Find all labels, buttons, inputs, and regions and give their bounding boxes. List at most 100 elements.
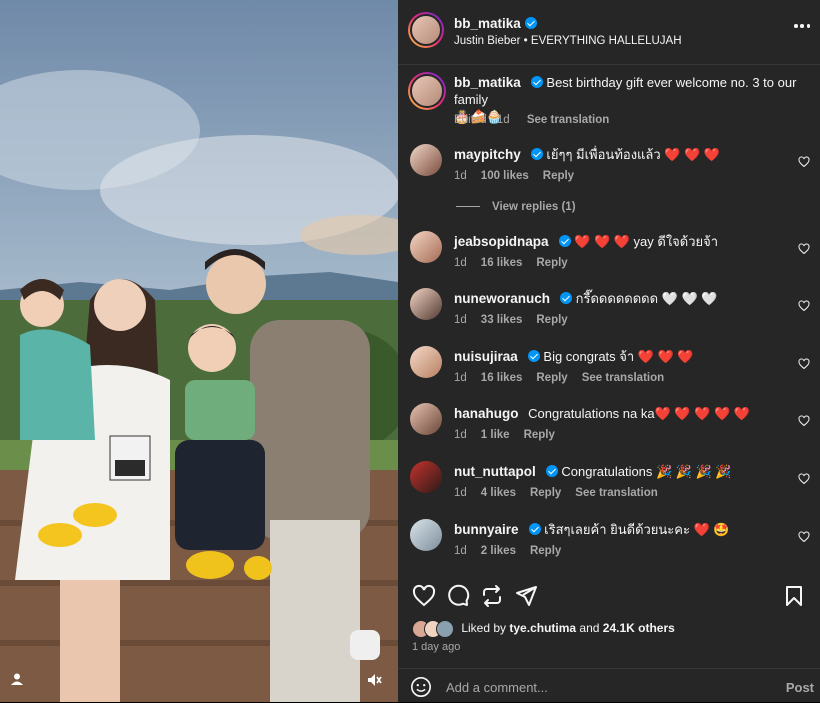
comment-username[interactable]: jeabsopidnapa <box>454 234 549 249</box>
commenter-avatar[interactable] <box>410 144 442 176</box>
comment-text: nut_nuttapol Congratulations 🎉 🎉 🎉 🎉 <box>454 463 774 480</box>
author-username[interactable]: bb_matika <box>454 16 521 31</box>
comment-time: 1d <box>454 170 467 182</box>
commenter-avatar[interactable] <box>410 461 442 493</box>
comment-body: Big congrats จ้า ❤️ ❤️ ❤️ <box>543 349 694 364</box>
verified-badge-icon <box>524 17 537 29</box>
comment-icon[interactable] <box>446 584 470 608</box>
comment-time: 1d <box>454 257 467 269</box>
heart-icon[interactable] <box>798 473 810 485</box>
liked-by-user[interactable]: tye.chutima <box>509 621 576 635</box>
see-translation-link[interactable]: See translation <box>582 372 664 384</box>
verified-badge-icon <box>530 148 543 160</box>
liked-by-label: Liked by <box>461 621 507 636</box>
comment-body: เย้ๆๆ มีเพื่อนท้องแล้ว ❤️ ❤️ ❤️ <box>546 147 721 162</box>
comment-body: ❤️ ❤️ ❤️ yay ดีใจด้วยจ้า <box>574 234 719 249</box>
heart-icon[interactable] <box>798 156 810 168</box>
verified-badge-icon <box>560 292 573 304</box>
liker-avatars[interactable] <box>412 620 458 638</box>
comment-meta: 1d 1 like Reply <box>454 429 555 441</box>
commenter-avatar[interactable] <box>410 519 442 551</box>
comment-meta: 1d 100 likes Reply <box>454 170 574 182</box>
comment-username[interactable]: maypitchy <box>454 147 521 162</box>
comment-likes[interactable]: 4 likes <box>481 487 516 499</box>
likes-summary: Liked by tye.chutima and 24.1K others <box>412 620 675 638</box>
comment-row: hanahugo Congratulations na ka❤️ ❤️ ❤️ ❤… <box>410 403 810 451</box>
comment-meta: 1d 33 likes Reply <box>454 314 568 326</box>
comment-time: 1d <box>454 372 467 384</box>
comment-username[interactable]: bunnyaire <box>454 522 519 537</box>
post-timestamp[interactable]: 1 day ago <box>412 641 460 653</box>
see-translation-link[interactable]: See translation <box>527 114 609 126</box>
comment-body: กรี๊ดดดดดดดด 🤍 🤍 🤍 <box>575 291 718 306</box>
view-replies-button[interactable]: View replies (1) <box>456 201 576 213</box>
comment-username[interactable]: nut_nuttapol <box>454 464 536 479</box>
repost-icon[interactable] <box>480 584 504 608</box>
comment-time: 1d <box>454 487 467 499</box>
comment-username[interactable]: nuisujiraa <box>454 349 518 364</box>
comment-text: maypitchy เย้ๆๆ มีเพื่อนท้องแล้ว ❤️ ❤️ ❤… <box>454 146 774 163</box>
commenter-avatar[interactable] <box>410 346 442 378</box>
post-panel: bb_matika Justin Bieber • EVERYTHING HAL… <box>398 0 820 702</box>
verified-badge-icon <box>558 235 571 247</box>
audio-track[interactable]: Justin Bieber • EVERYTHING HALLELUJAH <box>454 35 682 47</box>
comment-time: 1d <box>454 429 467 441</box>
comment-likes[interactable]: 1 like <box>481 429 510 441</box>
comment-likes[interactable]: 16 likes <box>481 257 523 269</box>
heart-icon[interactable] <box>798 300 810 312</box>
comment-username[interactable]: nuneworanuch <box>454 291 550 306</box>
comment-row: jeabsopidnapa ❤️ ❤️ ❤️ yay ดีใจด้วยจ้า 1… <box>410 231 810 279</box>
comment-meta: 1d 4 likes Reply See translation <box>454 487 658 499</box>
heart-icon[interactable] <box>798 531 810 543</box>
caption-username[interactable]: bb_matika <box>454 75 521 90</box>
commenter-avatar[interactable] <box>410 288 442 320</box>
comment-likes[interactable]: 100 likes <box>481 170 529 182</box>
comment-row: bunnyaire เริสๆเลยค้า ยินดีด้วยนะคะ ❤️ 🤩… <box>410 519 810 567</box>
heart-icon[interactable] <box>798 415 810 427</box>
save-icon[interactable] <box>782 584 806 608</box>
mute-icon[interactable] <box>366 672 388 694</box>
reply-button[interactable]: Reply <box>524 429 555 441</box>
comment-body: เริสๆเลยค้า ยินดีด้วยนะคะ ❤️ 🤩 <box>544 522 730 537</box>
see-translation-link[interactable]: See translation <box>575 487 657 499</box>
comment-likes[interactable]: 2 likes <box>481 545 516 557</box>
commenter-avatar[interactable] <box>410 231 442 263</box>
reply-button[interactable]: Reply <box>530 545 561 557</box>
likes-count[interactable]: 24.1K others <box>603 621 675 635</box>
caption: bb_matika Best birthday gift ever welcom… <box>408 72 810 132</box>
caption-edited: Edited · 1d <box>454 114 510 126</box>
reply-button[interactable]: Reply <box>543 170 574 182</box>
post-button[interactable]: Post <box>786 680 814 695</box>
like-heart-icon[interactable] <box>412 584 436 608</box>
comment-text: nuneworanuch กรี๊ดดดดดดดด 🤍 🤍 🤍 <box>454 290 774 307</box>
comments-list: bb_matika Best birthday gift ever welcom… <box>398 64 820 584</box>
comment-meta: 1d 16 likes Reply <box>454 257 568 269</box>
heart-icon[interactable] <box>798 358 810 370</box>
post-media[interactable] <box>0 0 398 702</box>
heart-icon[interactable] <box>798 243 810 255</box>
comment-likes[interactable]: 16 likes <box>481 372 523 384</box>
author-avatar[interactable] <box>408 12 444 48</box>
comment-text: hanahugo Congratulations na ka❤️ ❤️ ❤️ ❤… <box>454 405 774 422</box>
caption-avatar[interactable] <box>408 72 446 110</box>
post-header: bb_matika Justin Bieber • EVERYTHING HAL… <box>398 0 820 65</box>
share-icon[interactable] <box>514 584 538 608</box>
more-icon[interactable] <box>794 24 810 28</box>
comment-composer: Add a comment... Post <box>398 668 820 703</box>
comment-row: nuneworanuch กรี๊ดดดดดดดด 🤍 🤍 🤍 1d 33 lik… <box>410 288 810 336</box>
comment-input[interactable]: Add a comment... <box>446 680 548 695</box>
reply-button[interactable]: Reply <box>536 372 567 384</box>
reply-button[interactable]: Reply <box>536 257 567 269</box>
comment-likes[interactable]: 33 likes <box>481 314 523 326</box>
comment-username[interactable]: hanahugo <box>454 406 519 421</box>
author-info: bb_matika <box>454 15 537 33</box>
user-tag-icon[interactable] <box>10 672 32 694</box>
commenter-avatar[interactable] <box>410 403 442 435</box>
family-photo <box>0 0 398 702</box>
view-replies-label[interactable]: View replies (1) <box>492 201 576 213</box>
post-viewer: bb_matika Justin Bieber • EVERYTHING HAL… <box>0 0 820 702</box>
reply-button[interactable]: Reply <box>530 487 561 499</box>
reply-button[interactable]: Reply <box>536 314 567 326</box>
comment-meta: 1d 2 likes Reply <box>454 545 561 557</box>
emoji-icon[interactable] <box>410 676 432 698</box>
